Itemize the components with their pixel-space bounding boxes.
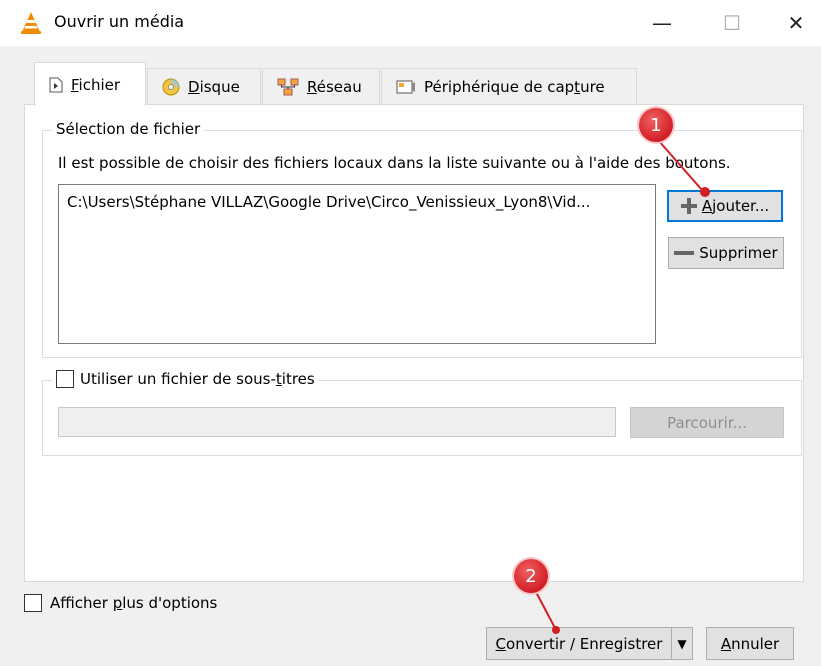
subtitle-path-field <box>58 407 616 437</box>
file-list[interactable]: C:\Users\Stéphane VILLAZ\Google Drive\Ci… <box>58 184 656 344</box>
annotation-arrow-1 <box>657 139 710 197</box>
convert-save-accesskey: C <box>495 634 507 653</box>
tab-disque[interactable]: Disque <box>147 68 261 105</box>
disc-icon <box>162 78 180 96</box>
file-selection-description: Il est possible de choisir des fichiers … <box>58 154 731 172</box>
network-icon <box>277 78 299 96</box>
tab-capture-label: Périphérique de capture <box>424 78 605 96</box>
remove-button-label: Supprimer <box>699 244 778 262</box>
tab-fichier-label-rest: ichier <box>78 75 121 94</box>
minimize-button[interactable]: — <box>636 0 688 46</box>
annotation-badge-1: 1 <box>639 108 673 142</box>
more-options-label: Afficher plus d'options <box>50 594 217 612</box>
subtitles-label-rest: itres <box>281 370 315 388</box>
more-options-label-rest: lus d'options <box>122 594 218 612</box>
tab-reseau-label: Réseau <box>307 78 362 96</box>
more-options-checkbox[interactable] <box>24 594 42 612</box>
minus-icon <box>674 250 695 256</box>
tab-disque-accesskey: D <box>188 78 200 96</box>
maximize-button[interactable]: ☐ <box>706 0 758 46</box>
title-bar: Ouvrir un média — ☐ ✕ <box>0 0 821 46</box>
browse-button: Parcourir... <box>630 407 784 438</box>
tab-disque-label: Disque <box>188 78 240 96</box>
remove-button[interactable]: Supprimer <box>668 237 784 269</box>
list-item[interactable]: C:\Users\Stéphane VILLAZ\Google Drive\Ci… <box>67 193 590 211</box>
tab-capture-label-rest: ure <box>580 78 605 96</box>
chevron-down-icon: ▼ <box>677 636 687 651</box>
cancel-button-label: Annuler <box>721 635 779 653</box>
vlc-cone-icon <box>20 11 42 39</box>
tab-capture-label-pre: Périphérique de cap <box>424 78 575 96</box>
tab-reseau[interactable]: Réseau <box>262 68 380 105</box>
convert-dropdown-button[interactable]: ▼ <box>671 627 693 660</box>
close-button[interactable]: ✕ <box>770 0 821 46</box>
convert-save-label-rest: onvertir / Enregistrer <box>506 634 663 653</box>
convert-save-label: Convertir / Enregistrer <box>496 635 663 653</box>
tab-reseau-accesskey: R <box>307 78 317 96</box>
cancel-button[interactable]: Annuler <box>706 627 794 660</box>
file-selection-legend: Sélection de fichier <box>52 120 205 138</box>
tab-peripherique-capture[interactable]: Périphérique de capture <box>381 68 637 105</box>
add-button-label: Ajouter... <box>702 197 769 215</box>
cancel-accesskey: A <box>720 634 732 653</box>
convert-save-button[interactable]: Convertir / Enregistrer <box>486 627 672 660</box>
capture-device-icon <box>396 79 416 95</box>
window-title: Ouvrir un média <box>54 12 185 31</box>
plus-icon <box>680 198 697 214</box>
more-options-label-pre: Afficher <box>50 594 113 612</box>
tab-fichier-label: Fichier <box>71 76 120 94</box>
tab-disque-label-rest: isque <box>199 78 240 96</box>
tab-fichier-accesskey: F <box>71 75 79 94</box>
subtitles-label-pre: Utiliser un fichier de sous- <box>80 370 276 388</box>
add-button-label-rest: jouter... <box>712 197 770 215</box>
file-icon <box>49 77 63 93</box>
add-button-accesskey: A <box>701 197 713 215</box>
annotation-badge-2: 2 <box>514 559 548 593</box>
cancel-button-label-rest: nnuler <box>731 634 780 653</box>
more-options-row[interactable]: Afficher plus d'options <box>24 594 217 612</box>
annotation-arrow-2 <box>535 591 560 634</box>
more-options-accesskey: p <box>112 594 123 612</box>
subtitles-legend: Utiliser un fichier de sous-titres <box>52 370 319 388</box>
tab-fichier[interactable]: Fichier <box>34 62 146 106</box>
subtitles-label: Utiliser un fichier de sous-titres <box>80 370 315 388</box>
subtitles-checkbox[interactable] <box>56 370 74 388</box>
tab-reseau-label-rest: éseau <box>316 78 362 96</box>
